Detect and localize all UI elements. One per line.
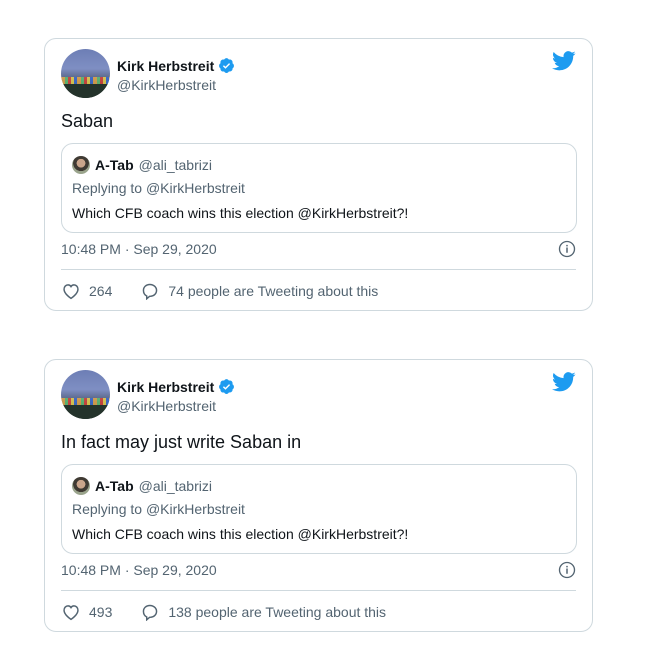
quoted-author-row: A-Tab @ali_tabrizi bbox=[72, 156, 212, 174]
twitter-bird-icon[interactable] bbox=[552, 372, 576, 392]
author-avatar[interactable] bbox=[61, 370, 110, 419]
conversation-action[interactable]: 74 people are Tweeting about this bbox=[140, 282, 378, 300]
quoted-author-handle[interactable]: @ali_tabrizi bbox=[139, 157, 212, 173]
heart-icon bbox=[63, 284, 79, 300]
replying-to-mention[interactable]: @KirkHerbstreit bbox=[146, 180, 245, 196]
author-name-row: Kirk Herbstreit bbox=[117, 57, 235, 74]
quoted-tweet-text: Which CFB coach wins this election @Kirk… bbox=[72, 526, 409, 542]
like-count: 264 bbox=[89, 283, 113, 299]
replying-to-line: Replying to @KirkHerbstreit bbox=[72, 501, 245, 517]
quoted-author-name[interactable]: A-Tab bbox=[95, 157, 134, 173]
like-action[interactable]: 493 bbox=[61, 603, 112, 621]
like-action[interactable]: 264 bbox=[61, 282, 112, 300]
quoted-tweet[interactable]: A-Tab @ali_tabrizi Replying to @KirkHerb… bbox=[61, 464, 577, 554]
replying-to-prefix: Replying to bbox=[72, 501, 146, 517]
author-name[interactable]: Kirk Herbstreit bbox=[117, 379, 214, 395]
verified-badge-icon bbox=[219, 379, 235, 394]
divider bbox=[61, 269, 576, 270]
comment-bubble-icon bbox=[143, 283, 158, 300]
tweeting-about-text: 74 people are Tweeting about this bbox=[168, 283, 379, 299]
embedded-tweet[interactable]: Kirk Herbstreit @KirkHerbstreit Saban A-… bbox=[44, 38, 593, 311]
replying-to-line: Replying to @KirkHerbstreit bbox=[72, 180, 245, 196]
quoted-author-avatar[interactable] bbox=[72, 156, 90, 174]
tweeting-about-text: 138 people are Tweeting about this bbox=[168, 604, 387, 620]
embedded-tweet[interactable]: Kirk Herbstreit @KirkHerbstreit In fact … bbox=[44, 359, 593, 632]
quoted-author-handle[interactable]: @ali_tabrizi bbox=[139, 478, 212, 494]
quoted-tweet[interactable]: A-Tab @ali_tabrizi Replying to @KirkHerb… bbox=[61, 143, 577, 233]
quoted-tweet-text: Which CFB coach wins this election @Kirk… bbox=[72, 205, 409, 221]
tweet-actions: 264 74 people are Tweeting about this bbox=[61, 282, 406, 300]
heart-icon bbox=[63, 605, 79, 621]
info-icon[interactable] bbox=[558, 561, 576, 579]
verified-badge-icon bbox=[219, 58, 235, 73]
author-name-row: Kirk Herbstreit bbox=[117, 378, 235, 395]
twitter-bird-icon[interactable] bbox=[552, 51, 576, 71]
replying-to-prefix: Replying to bbox=[72, 180, 146, 196]
info-icon[interactable] bbox=[558, 240, 576, 258]
divider bbox=[61, 590, 576, 591]
author-name[interactable]: Kirk Herbstreit bbox=[117, 58, 214, 74]
like-count: 493 bbox=[89, 604, 113, 620]
replying-to-mention[interactable]: @KirkHerbstreit bbox=[146, 501, 245, 517]
author-avatar[interactable] bbox=[61, 49, 110, 98]
tweet-actions: 493 138 people are Tweeting about this bbox=[61, 603, 414, 621]
quoted-author-avatar[interactable] bbox=[72, 477, 90, 495]
author-handle[interactable]: @KirkHerbstreit bbox=[117, 398, 216, 414]
tweet-timestamp[interactable]: 10:48 PM · Sep 29, 2020 bbox=[61, 562, 217, 578]
tweet-text: Saban bbox=[61, 111, 114, 131]
tweet-timestamp[interactable]: 10:48 PM · Sep 29, 2020 bbox=[61, 241, 217, 257]
comment-bubble-icon bbox=[143, 604, 158, 621]
tweet-text: In fact may just write Saban in bbox=[61, 432, 302, 452]
quoted-author-name[interactable]: A-Tab bbox=[95, 478, 134, 494]
conversation-action[interactable]: 138 people are Tweeting about this bbox=[140, 603, 386, 621]
author-handle[interactable]: @KirkHerbstreit bbox=[117, 77, 216, 93]
quoted-author-row: A-Tab @ali_tabrizi bbox=[72, 477, 212, 495]
